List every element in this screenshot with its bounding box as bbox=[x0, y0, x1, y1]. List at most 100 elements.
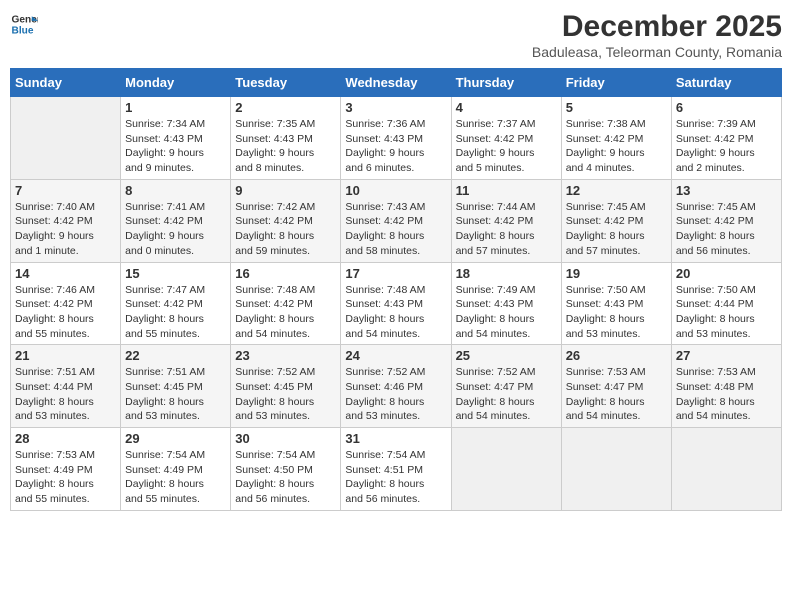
day-info: Sunrise: 7:37 AM Sunset: 4:42 PM Dayligh… bbox=[456, 117, 557, 176]
day-number: 19 bbox=[566, 266, 667, 281]
day-cell: 31 Sunrise: 7:54 AM Sunset: 4:51 PM Dayli… bbox=[341, 428, 451, 511]
day-info: Sunrise: 7:39 AM Sunset: 4:42 PM Dayligh… bbox=[676, 117, 777, 176]
day-number: 22 bbox=[125, 348, 226, 363]
day-info: Sunrise: 7:42 AM Sunset: 4:42 PM Dayligh… bbox=[235, 200, 336, 259]
day-info: Sunrise: 7:45 AM Sunset: 4:42 PM Dayligh… bbox=[676, 200, 777, 259]
svg-text:Blue: Blue bbox=[12, 25, 34, 36]
day-cell: 27 Sunrise: 7:53 AM Sunset: 4:48 PM Dayli… bbox=[671, 345, 781, 428]
day-cell: 25Sunrise: 7:52 AM Sunset: 4:47 PM Dayli… bbox=[451, 345, 561, 428]
day-info: Sunrise: 7:52 AM Sunset: 4:47 PM Dayligh… bbox=[456, 365, 557, 424]
day-info: Sunrise: 7:49 AM Sunset: 4:43 PM Dayligh… bbox=[456, 283, 557, 342]
day-info: Sunrise: 7:40 AM Sunset: 4:42 PM Dayligh… bbox=[15, 200, 116, 259]
day-info: Sunrise: 7:46 AM Sunset: 4:42 PM Dayligh… bbox=[15, 283, 116, 342]
day-info: Sunrise: 7:48 AM Sunset: 4:42 PM Dayligh… bbox=[235, 283, 336, 342]
day-info: Sunrise: 7:48 AM Sunset: 4:43 PM Dayligh… bbox=[345, 283, 446, 342]
weekday-header-sunday: Sunday bbox=[11, 69, 121, 97]
day-number: 14 bbox=[15, 266, 116, 281]
day-number: 9 bbox=[235, 183, 336, 198]
day-info: Sunrise: 7:53 AM Sunset: 4:48 PM Dayligh… bbox=[676, 365, 777, 424]
day-cell bbox=[11, 97, 121, 180]
day-number: 6 bbox=[676, 100, 777, 115]
day-cell: 6 Sunrise: 7:39 AM Sunset: 4:42 PM Daylig… bbox=[671, 97, 781, 180]
day-info: Sunrise: 7:43 AM Sunset: 4:42 PM Dayligh… bbox=[345, 200, 446, 259]
day-number: 23 bbox=[235, 348, 336, 363]
day-cell: 28 Sunrise: 7:53 AM Sunset: 4:49 PM Dayli… bbox=[11, 428, 121, 511]
day-number: 5 bbox=[566, 100, 667, 115]
day-cell: 21 Sunrise: 7:51 AM Sunset: 4:44 PM Dayli… bbox=[11, 345, 121, 428]
week-row-3: 14 Sunrise: 7:46 AM Sunset: 4:42 PM Dayli… bbox=[11, 262, 782, 345]
day-number: 29 bbox=[125, 431, 226, 446]
subtitle: Baduleasa, Teleorman County, Romania bbox=[532, 44, 782, 60]
weekday-header-row: SundayMondayTuesdayWednesdayThursdayFrid… bbox=[11, 69, 782, 97]
day-info: Sunrise: 7:54 AM Sunset: 4:50 PM Dayligh… bbox=[235, 448, 336, 507]
weekday-header-monday: Monday bbox=[121, 69, 231, 97]
day-info: Sunrise: 7:44 AM Sunset: 4:42 PM Dayligh… bbox=[456, 200, 557, 259]
day-cell: 24 Sunrise: 7:52 AM Sunset: 4:46 PM Dayli… bbox=[341, 345, 451, 428]
day-cell: 30 Sunrise: 7:54 AM Sunset: 4:50 PM Dayli… bbox=[231, 428, 341, 511]
day-cell: 11 Sunrise: 7:44 AM Sunset: 4:42 PM Dayli… bbox=[451, 179, 561, 262]
day-number: 15 bbox=[125, 266, 226, 281]
day-cell: 20Sunrise: 7:50 AM Sunset: 4:44 PM Dayli… bbox=[671, 262, 781, 345]
day-cell: 13Sunrise: 7:45 AM Sunset: 4:42 PM Dayli… bbox=[671, 179, 781, 262]
day-number: 1 bbox=[125, 100, 226, 115]
day-info: Sunrise: 7:54 AM Sunset: 4:49 PM Dayligh… bbox=[125, 448, 226, 507]
day-info: Sunrise: 7:51 AM Sunset: 4:45 PM Dayligh… bbox=[125, 365, 226, 424]
day-info: Sunrise: 7:54 AM Sunset: 4:51 PM Dayligh… bbox=[345, 448, 446, 507]
day-number: 21 bbox=[15, 348, 116, 363]
day-cell: 8 Sunrise: 7:41 AM Sunset: 4:42 PM Daylig… bbox=[121, 179, 231, 262]
weekday-header-wednesday: Wednesday bbox=[341, 69, 451, 97]
day-number: 8 bbox=[125, 183, 226, 198]
day-number: 2 bbox=[235, 100, 336, 115]
day-cell: 18Sunrise: 7:49 AM Sunset: 4:43 PM Dayli… bbox=[451, 262, 561, 345]
day-cell: 19 Sunrise: 7:50 AM Sunset: 4:43 PM Dayli… bbox=[561, 262, 671, 345]
day-cell: 17 Sunrise: 7:48 AM Sunset: 4:43 PM Dayli… bbox=[341, 262, 451, 345]
month-title: December 2025 bbox=[532, 10, 782, 44]
day-cell: 3Sunrise: 7:36 AM Sunset: 4:43 PM Daylig… bbox=[341, 97, 451, 180]
day-number: 31 bbox=[345, 431, 446, 446]
day-cell: 23 Sunrise: 7:52 AM Sunset: 4:45 PM Dayli… bbox=[231, 345, 341, 428]
day-cell: 9 Sunrise: 7:42 AM Sunset: 4:42 PM Daylig… bbox=[231, 179, 341, 262]
day-info: Sunrise: 7:52 AM Sunset: 4:46 PM Dayligh… bbox=[345, 365, 446, 424]
day-cell: 12 Sunrise: 7:45 AM Sunset: 4:42 PM Dayli… bbox=[561, 179, 671, 262]
day-number: 27 bbox=[676, 348, 777, 363]
day-info: Sunrise: 7:53 AM Sunset: 4:49 PM Dayligh… bbox=[15, 448, 116, 507]
day-number: 11 bbox=[456, 183, 557, 198]
day-info: Sunrise: 7:35 AM Sunset: 4:43 PM Dayligh… bbox=[235, 117, 336, 176]
day-info: Sunrise: 7:52 AM Sunset: 4:45 PM Dayligh… bbox=[235, 365, 336, 424]
day-cell: 22 Sunrise: 7:51 AM Sunset: 4:45 PM Dayli… bbox=[121, 345, 231, 428]
day-cell bbox=[671, 428, 781, 511]
day-info: Sunrise: 7:51 AM Sunset: 4:44 PM Dayligh… bbox=[15, 365, 116, 424]
day-info: Sunrise: 7:38 AM Sunset: 4:42 PM Dayligh… bbox=[566, 117, 667, 176]
week-row-2: 7 Sunrise: 7:40 AM Sunset: 4:42 PM Daylig… bbox=[11, 179, 782, 262]
day-number: 30 bbox=[235, 431, 336, 446]
day-cell: 1 Sunrise: 7:34 AM Sunset: 4:43 PM Daylig… bbox=[121, 97, 231, 180]
week-row-5: 28 Sunrise: 7:53 AM Sunset: 4:49 PM Dayli… bbox=[11, 428, 782, 511]
weekday-header-thursday: Thursday bbox=[451, 69, 561, 97]
day-cell: 29 Sunrise: 7:54 AM Sunset: 4:49 PM Dayli… bbox=[121, 428, 231, 511]
day-info: Sunrise: 7:41 AM Sunset: 4:42 PM Dayligh… bbox=[125, 200, 226, 259]
day-info: Sunrise: 7:50 AM Sunset: 4:44 PM Dayligh… bbox=[676, 283, 777, 342]
day-cell: 16Sunrise: 7:48 AM Sunset: 4:42 PM Dayli… bbox=[231, 262, 341, 345]
day-number: 4 bbox=[456, 100, 557, 115]
weekday-header-friday: Friday bbox=[561, 69, 671, 97]
week-row-4: 21 Sunrise: 7:51 AM Sunset: 4:44 PM Dayli… bbox=[11, 345, 782, 428]
day-cell bbox=[451, 428, 561, 511]
day-number: 17 bbox=[345, 266, 446, 281]
day-number: 24 bbox=[345, 348, 446, 363]
day-number: 28 bbox=[15, 431, 116, 446]
day-cell: 7 Sunrise: 7:40 AM Sunset: 4:42 PM Daylig… bbox=[11, 179, 121, 262]
day-number: 12 bbox=[566, 183, 667, 198]
day-cell: 26Sunrise: 7:53 AM Sunset: 4:47 PM Dayli… bbox=[561, 345, 671, 428]
day-number: 10 bbox=[345, 183, 446, 198]
day-info: Sunrise: 7:50 AM Sunset: 4:43 PM Dayligh… bbox=[566, 283, 667, 342]
day-number: 7 bbox=[15, 183, 116, 198]
day-cell: 14 Sunrise: 7:46 AM Sunset: 4:42 PM Dayli… bbox=[11, 262, 121, 345]
day-info: Sunrise: 7:36 AM Sunset: 4:43 PM Dayligh… bbox=[345, 117, 446, 176]
day-info: Sunrise: 7:34 AM Sunset: 4:43 PM Dayligh… bbox=[125, 117, 226, 176]
logo-icon: General Blue bbox=[10, 10, 38, 38]
weekday-header-saturday: Saturday bbox=[671, 69, 781, 97]
day-info: Sunrise: 7:45 AM Sunset: 4:42 PM Dayligh… bbox=[566, 200, 667, 259]
day-info: Sunrise: 7:53 AM Sunset: 4:47 PM Dayligh… bbox=[566, 365, 667, 424]
weekday-header-tuesday: Tuesday bbox=[231, 69, 341, 97]
day-cell: 5 Sunrise: 7:38 AM Sunset: 4:42 PM Daylig… bbox=[561, 97, 671, 180]
